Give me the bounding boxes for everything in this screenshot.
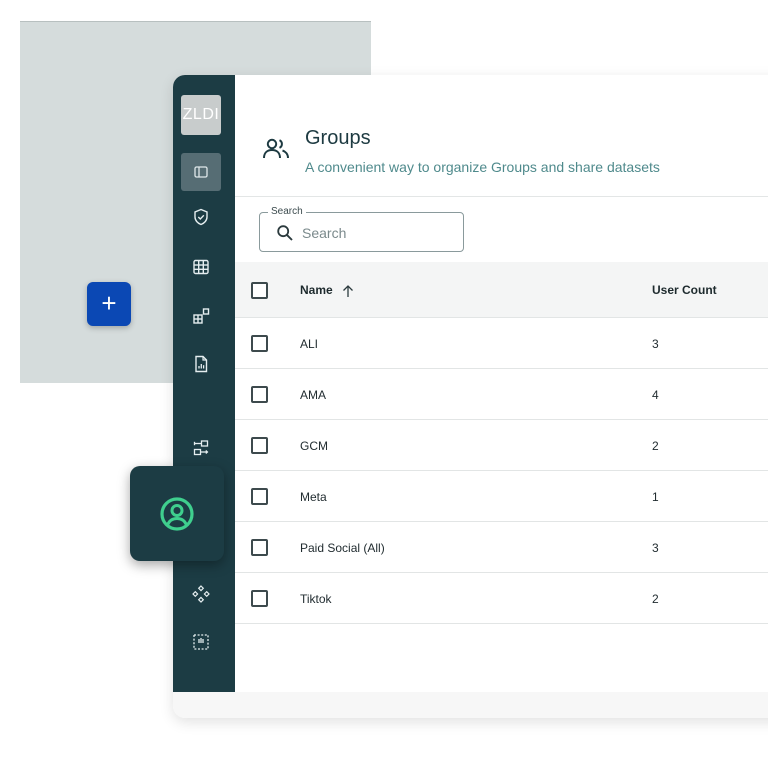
main-content: Groups A convenient way to organize Grou… (235, 75, 768, 718)
column-header-user-count[interactable]: User Count (652, 283, 717, 297)
sidebar-item-marketplace[interactable] (181, 575, 221, 613)
page-title: Groups (305, 127, 371, 149)
sidebar-item-reports[interactable] (181, 345, 221, 383)
sidebar: ZLDI (173, 75, 235, 692)
app-window: ZLDI Groups A convenient way to organize… (173, 75, 768, 718)
search-field[interactable]: Search (259, 206, 464, 252)
column-header-name-label: Name (300, 283, 333, 297)
user-circle-icon (160, 496, 194, 531)
row-checkbox[interactable] (251, 590, 268, 607)
sidebar-item-datasets[interactable] (181, 248, 221, 286)
select-all-checkbox[interactable] (251, 282, 268, 299)
row-checkbox[interactable] (251, 437, 268, 454)
workflow-icon (193, 440, 209, 456)
row-name: Paid Social (All) (300, 541, 385, 555)
row-user-count: 2 (652, 592, 659, 606)
sidebar-item-integrations[interactable] (181, 297, 221, 335)
table-row[interactable]: Paid Social (All) 3 (235, 522, 768, 573)
workspace-logo[interactable]: ZLDI (181, 95, 221, 135)
row-user-count: 2 (652, 439, 659, 453)
search-icon (277, 225, 293, 241)
users-icon (263, 138, 289, 159)
page-subtitle: A convenient way to organize Groups and … (305, 159, 660, 175)
row-name: AMA (300, 388, 327, 402)
sidebar-item-users-highlight[interactable] (130, 466, 224, 561)
row-user-count: 3 (652, 337, 659, 351)
row-name: Meta (300, 490, 327, 504)
row-user-count: 1 (652, 490, 659, 504)
row-name: Tiktok (300, 592, 332, 606)
row-name: GCM (300, 439, 328, 453)
diamonds-icon (192, 585, 210, 603)
table-header-row: Name User Count (235, 262, 768, 318)
column-header-name[interactable]: Name (300, 283, 354, 298)
blocks-icon (193, 308, 210, 324)
dashed-frame-icon (193, 634, 209, 650)
sort-ascending-icon[interactable] (342, 284, 354, 298)
sidebar-item-security[interactable] (181, 198, 221, 236)
table-row[interactable]: Tiktok 2 (235, 573, 768, 624)
search-input[interactable] (302, 222, 452, 244)
panel-toggle-icon (194, 166, 208, 178)
row-name: ALI (300, 337, 319, 351)
table-row[interactable]: GCM 2 (235, 420, 768, 471)
sidebar-item-sandbox[interactable] (181, 623, 221, 661)
table-row[interactable]: ALI 3 (235, 318, 768, 369)
row-checkbox[interactable] (251, 386, 268, 403)
table-row[interactable]: Meta 1 (235, 471, 768, 522)
groups-table: Name User Count ALI 3 AMA 4 GCM 2 Meta 1… (235, 262, 768, 624)
sidebar-item-workflows[interactable] (181, 429, 221, 467)
row-checkbox[interactable] (251, 539, 268, 556)
table-icon (193, 259, 209, 275)
report-file-icon (195, 355, 208, 373)
search-label: Search (268, 206, 306, 217)
row-user-count: 3 (652, 541, 659, 555)
page-header: Groups A convenient way to organize Grou… (235, 75, 768, 197)
table-row[interactable]: AMA 4 (235, 369, 768, 420)
add-button[interactable]: + (87, 282, 131, 326)
row-checkbox[interactable] (251, 335, 268, 352)
table-footer (235, 692, 768, 718)
row-user-count: 4 (652, 388, 659, 402)
row-checkbox[interactable] (251, 488, 268, 505)
sidebar-toggle-button[interactable] (181, 153, 221, 191)
sidebar-footer (173, 692, 235, 718)
shield-check-icon (194, 208, 208, 226)
